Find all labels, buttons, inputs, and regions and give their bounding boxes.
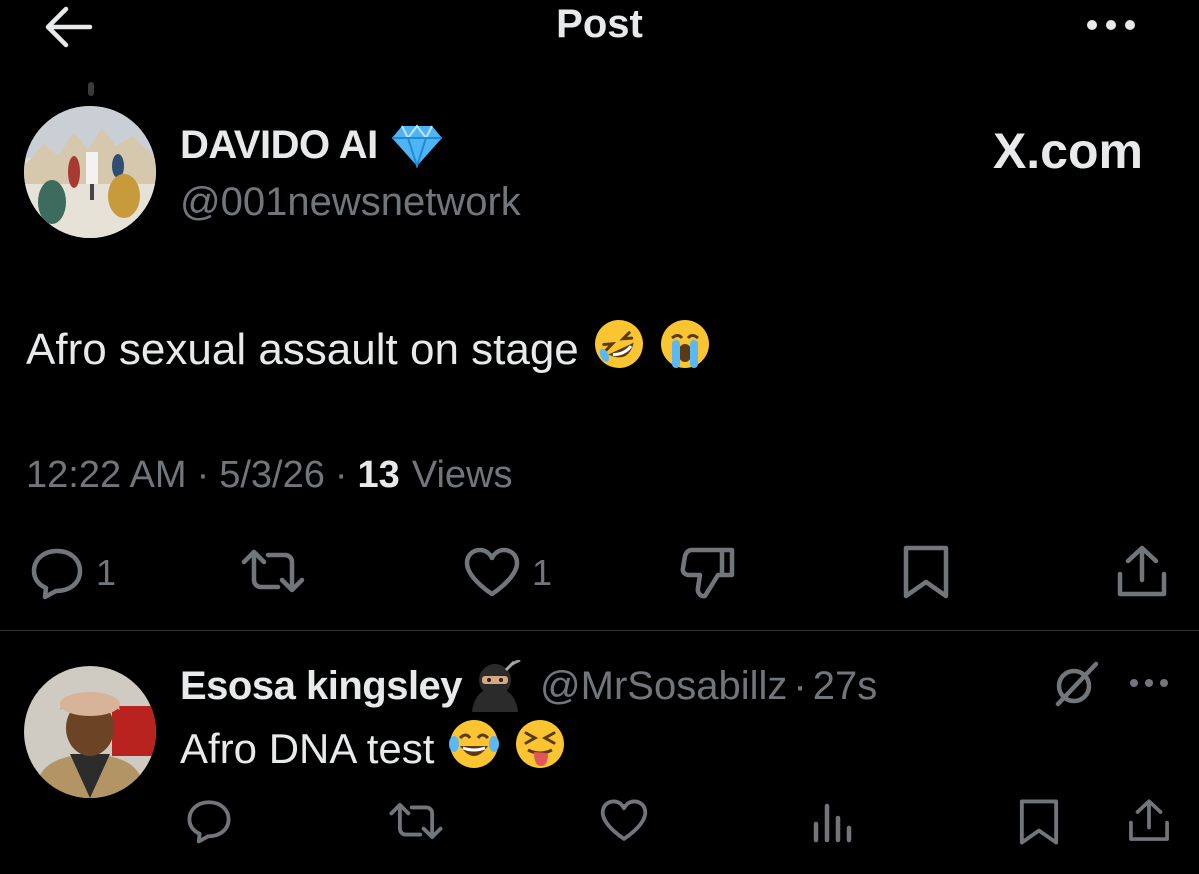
reply-separator: · bbox=[793, 663, 807, 708]
reply-like-button[interactable] bbox=[598, 798, 650, 844]
thumbs-down-icon bbox=[680, 544, 738, 602]
bookmark-icon bbox=[902, 544, 950, 600]
post-text: Afro sexual assault on stage bbox=[26, 324, 579, 374]
post-time: 12:22 AM bbox=[26, 454, 187, 496]
reply-author-name[interactable]: Esosa kingsley bbox=[180, 664, 463, 709]
watermark-text: X.com bbox=[992, 123, 1143, 179]
author-avatar[interactable] bbox=[24, 106, 156, 238]
like-button[interactable]: 1 bbox=[462, 546, 552, 600]
reply-share-button[interactable] bbox=[1126, 798, 1172, 844]
thread-line-marker bbox=[88, 82, 94, 96]
like-count: 1 bbox=[532, 552, 553, 593]
bookmark-button[interactable] bbox=[902, 544, 950, 600]
grok-icon[interactable] bbox=[1052, 660, 1100, 708]
share-button[interactable] bbox=[1114, 544, 1170, 600]
reply-views-button[interactable] bbox=[810, 800, 854, 844]
reply-bookmark-button[interactable] bbox=[1018, 798, 1060, 846]
repost-button[interactable] bbox=[240, 544, 306, 598]
reply-timestamp[interactable]: 27s bbox=[813, 664, 878, 709]
post-body: Afro sexual assault on stage bbox=[26, 318, 711, 381]
analytics-icon bbox=[810, 800, 854, 844]
reply-text: Afro DNA test bbox=[180, 725, 435, 772]
share-icon bbox=[1126, 798, 1172, 844]
page-title: Post bbox=[556, 2, 643, 46]
gem-icon bbox=[390, 122, 444, 168]
reply-icon bbox=[184, 798, 234, 844]
reply-author-avatar[interactable] bbox=[24, 666, 156, 798]
reply-header: Esosa kingsley @MrSosabillz · 27s bbox=[180, 660, 877, 712]
reply-reply-button[interactable] bbox=[184, 798, 234, 844]
reply-count: 1 bbox=[96, 552, 117, 593]
heart-icon bbox=[462, 546, 522, 600]
post-date: 5/3/26 bbox=[219, 454, 325, 496]
post-meta: 12:22 AM · 5/3/26 · 13 Views bbox=[26, 454, 513, 497]
ninja-emoji bbox=[466, 660, 524, 712]
face-with-tears-of-joy-emoji bbox=[448, 718, 500, 780]
heart-icon bbox=[598, 798, 650, 844]
divider bbox=[0, 630, 1199, 631]
squinting-face-with-tongue-emoji bbox=[514, 718, 566, 780]
reply-icon bbox=[28, 546, 86, 600]
author-name[interactable]: DAVIDO AI bbox=[180, 122, 444, 168]
x-watermark: X.com bbox=[993, 122, 1143, 180]
downvote-button[interactable] bbox=[680, 544, 738, 602]
rolling-on-floor-laughing-emoji bbox=[593, 318, 645, 381]
bookmark-icon bbox=[1018, 798, 1060, 846]
author-display-name[interactable]: DAVIDO AI bbox=[180, 123, 378, 168]
reply-author-handle[interactable]: @MrSosabillz bbox=[540, 664, 787, 709]
loudly-crying-emoji bbox=[659, 318, 711, 381]
reply-body: Afro DNA test bbox=[180, 718, 566, 780]
views-label[interactable]: Views bbox=[412, 454, 513, 497]
author-handle[interactable]: @001newsnetwork bbox=[180, 180, 521, 225]
reply-button[interactable]: 1 bbox=[28, 546, 116, 600]
share-icon bbox=[1114, 544, 1170, 600]
repost-icon bbox=[240, 544, 306, 598]
repost-icon bbox=[388, 798, 444, 844]
more-options-icon[interactable] bbox=[1084, 14, 1138, 36]
reply-more-icon[interactable] bbox=[1128, 676, 1170, 690]
reply-repost-button[interactable] bbox=[388, 798, 444, 844]
views-count[interactable]: 13 bbox=[358, 454, 400, 497]
